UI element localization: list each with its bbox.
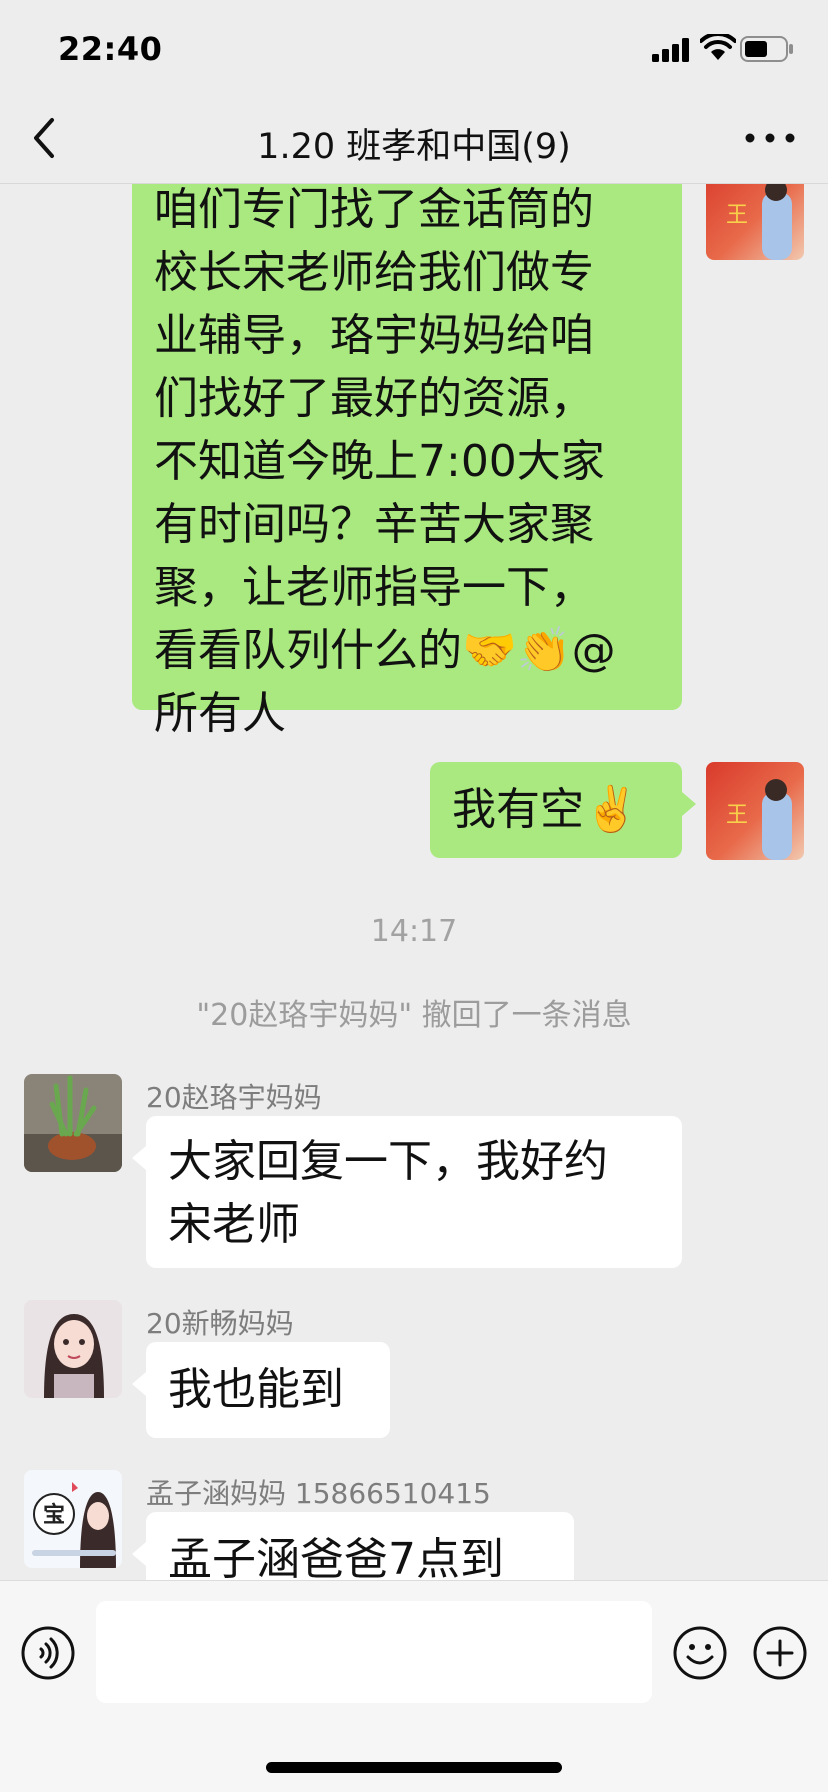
chat-header: 1.20 班孝和中国(9)	[0, 92, 828, 184]
cellular-signal-icon	[652, 38, 689, 62]
wifi-icon	[700, 34, 736, 60]
avatar[interactable]: 宝	[24, 1470, 122, 1568]
message-bubble[interactable]: 大家回复一下，我好约 宋老师	[132, 1116, 682, 1268]
message-other: 宝 孟子涵妈妈 15866510415 孟子涵爸爸7点到	[0, 1470, 828, 1580]
avatar-image: 宝	[24, 1470, 122, 1568]
wechat-group-chat-screen: 22:40 1.20 班孝和中国(9) 咱们专门找了金话筒的 校长宋老师给我们做…	[0, 0, 828, 1792]
message-line: 大家回复一下，我好约	[168, 1136, 608, 1187]
message-self: 我有空✌️ 王	[0, 762, 828, 872]
message-line: 有时间吗？辛苦大家聚	[154, 499, 594, 550]
group-name: 1.20 班孝和中国	[257, 127, 522, 167]
sender-name: 20新畅妈妈	[146, 1307, 294, 1340]
battery-icon	[740, 36, 793, 62]
message-bubble[interactable]: 咱们专门找了金话筒的 校长宋老师给我们做专 业辅导，珞宇妈妈给咱 们找好了最好的…	[132, 184, 682, 739]
message-line: 咱们专门找了金话筒的	[154, 184, 594, 235]
message-bubble[interactable]: 孟子涵爸爸7点到	[132, 1512, 574, 1580]
home-indicator[interactable]	[266, 1762, 562, 1773]
message-line: 孟子涵爸爸7点到	[168, 1534, 504, 1580]
avatar-image: 王	[706, 762, 804, 860]
message-timestamp: 14:17	[370, 914, 458, 949]
more-horizontal-icon[interactable]	[740, 120, 800, 156]
message-line: 看看队列什么的🤝👏@	[154, 625, 616, 676]
message-other: 20赵珞宇妈妈 大家回复一下，我好约 宋老师	[0, 1074, 828, 1268]
avatar-badge-text: 王	[726, 203, 748, 228]
message-line: 不知道今晚上7:00大家	[154, 436, 605, 487]
status-time: 22:40	[58, 30, 163, 68]
input-bar	[0, 1580, 828, 1792]
avatar-image	[24, 1074, 122, 1172]
message-input[interactable]	[96, 1601, 652, 1703]
member-count: (9)	[521, 127, 571, 167]
recall-notice: "20赵珞宇妈妈" 撤回了一条消息	[196, 998, 632, 1033]
voice-icon[interactable]	[20, 1625, 76, 1681]
avatar-badge-text: 王	[726, 803, 748, 828]
sender-name: 孟子涵妈妈 15866510415	[146, 1477, 491, 1510]
message-line: 校长宋老师给我们做专	[154, 247, 594, 298]
avatar-image: 王	[706, 184, 804, 260]
message-line: 宋老师	[168, 1199, 300, 1250]
avatar[interactable]: 王	[706, 762, 804, 860]
message-line: 我有空✌️	[452, 784, 639, 835]
message-line: 们找好了最好的资源，	[154, 373, 594, 424]
message-line: 所有人	[154, 688, 286, 739]
message-self: 咱们专门找了金话筒的 校长宋老师给我们做专 业辅导，珞宇妈妈给咱 们找好了最好的…	[0, 184, 828, 739]
avatar[interactable]	[24, 1300, 122, 1398]
sender-name: 20赵珞宇妈妈	[146, 1081, 322, 1114]
plus-icon[interactable]	[752, 1625, 808, 1681]
message-bubble[interactable]: 我也能到	[132, 1342, 390, 1438]
chat-title: 1.20 班孝和中国(9)	[0, 118, 828, 169]
message-bubble[interactable]: 我有空✌️	[430, 762, 696, 858]
message-line: 聚，让老师指导一下，	[154, 562, 594, 613]
avatar[interactable]: 王	[706, 184, 804, 260]
avatar-badge-text: 宝	[43, 1502, 65, 1528]
avatar-image	[24, 1300, 122, 1398]
message-list[interactable]: 咱们专门找了金话筒的 校长宋老师给我们做专 业辅导，珞宇妈妈给咱 们找好了最好的…	[0, 184, 828, 1580]
message-other: 20新畅妈妈 我也能到	[0, 1300, 828, 1438]
message-line: 业辅导，珞宇妈妈给咱	[154, 310, 594, 361]
message-line: 我也能到	[168, 1364, 344, 1415]
emoji-icon[interactable]	[672, 1625, 728, 1681]
avatar[interactable]	[24, 1074, 122, 1172]
status-bar: 22:40	[0, 0, 828, 92]
